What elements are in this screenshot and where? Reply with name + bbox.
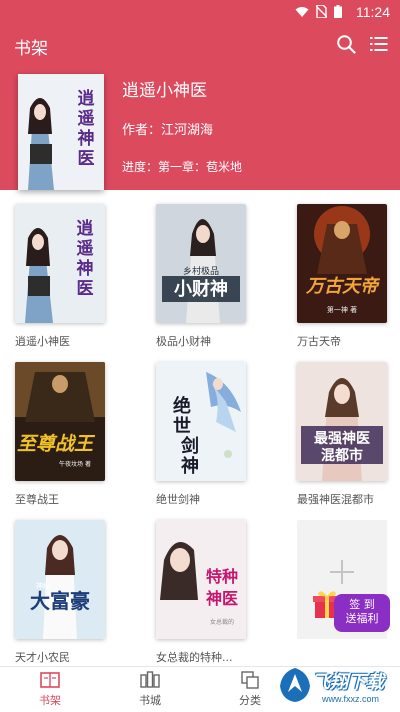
- svg-text:遥: 遥: [77, 238, 94, 259]
- current-book-progress: 进度：第一章：苞米地: [122, 160, 243, 174]
- book-cover[interactable]: 特种 神医 女总裁的: [156, 520, 246, 639]
- svg-text:至尊战王: 至尊战王: [17, 433, 96, 455]
- clock: 11:24: [356, 4, 390, 20]
- book-title: 女总裁的特种...: [156, 651, 233, 664]
- book-card[interactable]: 逍 遥 神 医 逍遥小神医: [15, 204, 105, 349]
- list-menu-icon[interactable]: [370, 35, 388, 53]
- tab-label: 书架: [39, 694, 61, 707]
- svg-text:世: 世: [173, 416, 191, 437]
- book-cover[interactable]: 绝 世 剑 神: [156, 362, 246, 481]
- svg-text:特种: 特种: [206, 567, 238, 586]
- book-cover-art: 逍 遥 神 医: [18, 74, 104, 190]
- book-cover[interactable]: 万古天帝 第一神 著: [297, 204, 387, 323]
- search-icon[interactable]: [336, 34, 356, 54]
- svg-text:逍: 逍: [77, 218, 94, 239]
- sign-in-promo[interactable]: 签 到 送福利: [312, 588, 390, 632]
- book-title: 绝世剑神: [156, 493, 200, 506]
- status-icons: [295, 5, 342, 18]
- svg-text:小财神: 小财神: [174, 278, 228, 300]
- battery-icon: [334, 5, 342, 18]
- book-cover[interactable]: 小财神 乡村极品: [156, 204, 246, 323]
- svg-text:乡村极品: 乡村极品: [183, 265, 219, 277]
- book-card[interactable]: 大富豪 神级 天才小农民: [15, 520, 105, 665]
- book-title: 逍遥小神医: [15, 335, 70, 348]
- page-title: 书架: [14, 39, 48, 59]
- promo-line1: 签 到: [349, 598, 375, 611]
- book-title: 极品小财神: [156, 335, 211, 348]
- book-card[interactable]: 特种 神医 女总裁的 女总裁的特种...: [156, 520, 246, 665]
- book-card[interactable]: 万古天帝 第一神 著 万古天帝: [297, 204, 387, 349]
- current-book-title: 逍遥小神医: [122, 81, 207, 101]
- svg-text:大富豪: 大富豪: [30, 589, 90, 613]
- book-cover[interactable]: 至尊战王 午夜坟场 著: [15, 362, 105, 481]
- svg-text:午夜坟场 著: 午夜坟场 著: [59, 460, 91, 468]
- svg-text:最强神医: 最强神医: [314, 430, 370, 447]
- book-card[interactable]: 最强神医 混都市 最强神医混都市: [297, 362, 387, 507]
- watermark-url: www.fxxz.com: [322, 694, 380, 704]
- tab-category[interactable]: 分类: [220, 671, 280, 708]
- status-bar: 11:24: [0, 0, 400, 24]
- book-title: 万古天帝: [297, 335, 341, 348]
- svg-text:神: 神: [77, 258, 94, 279]
- category-icon: [241, 671, 259, 689]
- book-cover[interactable]: 逍 遥 神 医: [15, 204, 105, 323]
- bookstore-icon: [140, 671, 160, 688]
- tab-bookshelf[interactable]: 书架: [20, 671, 80, 708]
- svg-text:剑: 剑: [180, 435, 199, 457]
- promo-badge[interactable]: 签 到 送福利: [334, 594, 390, 632]
- book-card[interactable]: 小财神 乡村极品 极品小财神: [156, 204, 246, 349]
- svg-text:神医: 神医: [206, 589, 238, 608]
- svg-text:万古天帝: 万古天帝: [305, 276, 381, 297]
- svg-text:医: 医: [77, 279, 94, 299]
- tab-label: 书城: [139, 694, 161, 707]
- current-book-author: 作者：江河湖海: [122, 123, 214, 138]
- svg-text:神: 神: [78, 128, 95, 149]
- svg-text:遥: 遥: [78, 108, 95, 129]
- book-card[interactable]: 绝 世 剑 神 绝世剑神: [156, 362, 246, 507]
- fxxz-logo-icon: [280, 668, 310, 702]
- svg-text:绝: 绝: [173, 395, 191, 417]
- svg-text:逍: 逍: [78, 88, 95, 109]
- book-cover[interactable]: 最强神医 混都市: [297, 362, 387, 481]
- site-watermark: 飞翔下载 www.fxxz.com: [276, 664, 400, 711]
- svg-text:医: 医: [78, 149, 95, 169]
- current-book-info[interactable]: 逍遥小神医 作者：江河湖海 进度：第一章：苞米地: [122, 74, 242, 175]
- svg-text:神: 神: [181, 455, 199, 477]
- tab-bookstore[interactable]: 书城: [120, 671, 180, 708]
- svg-text:神级: 神级: [36, 581, 50, 590]
- current-book-cover[interactable]: 逍 遥 神 医: [18, 74, 104, 190]
- book-title: 至尊战王: [15, 493, 59, 506]
- no-sim-icon: [316, 5, 327, 18]
- watermark-brand: 飞翔下载: [312, 672, 384, 693]
- tab-label: 分类: [239, 694, 261, 707]
- plus-icon: [330, 560, 354, 584]
- svg-text:女总裁的: 女总裁的: [210, 618, 234, 626]
- book-card[interactable]: 至尊战王 午夜坟场 著 至尊战王: [15, 362, 105, 507]
- book-title: 天才小农民: [15, 651, 70, 664]
- book-cover[interactable]: 大富豪 神级: [15, 520, 105, 639]
- promo-line2: 送福利: [345, 612, 379, 625]
- bookshelf-icon: [40, 672, 60, 688]
- book-title: 最强神医混都市: [297, 493, 374, 506]
- svg-text:混都市: 混都市: [321, 447, 363, 464]
- wifi-icon: [295, 6, 309, 17]
- svg-text:第一神 著: 第一神 著: [327, 305, 357, 314]
